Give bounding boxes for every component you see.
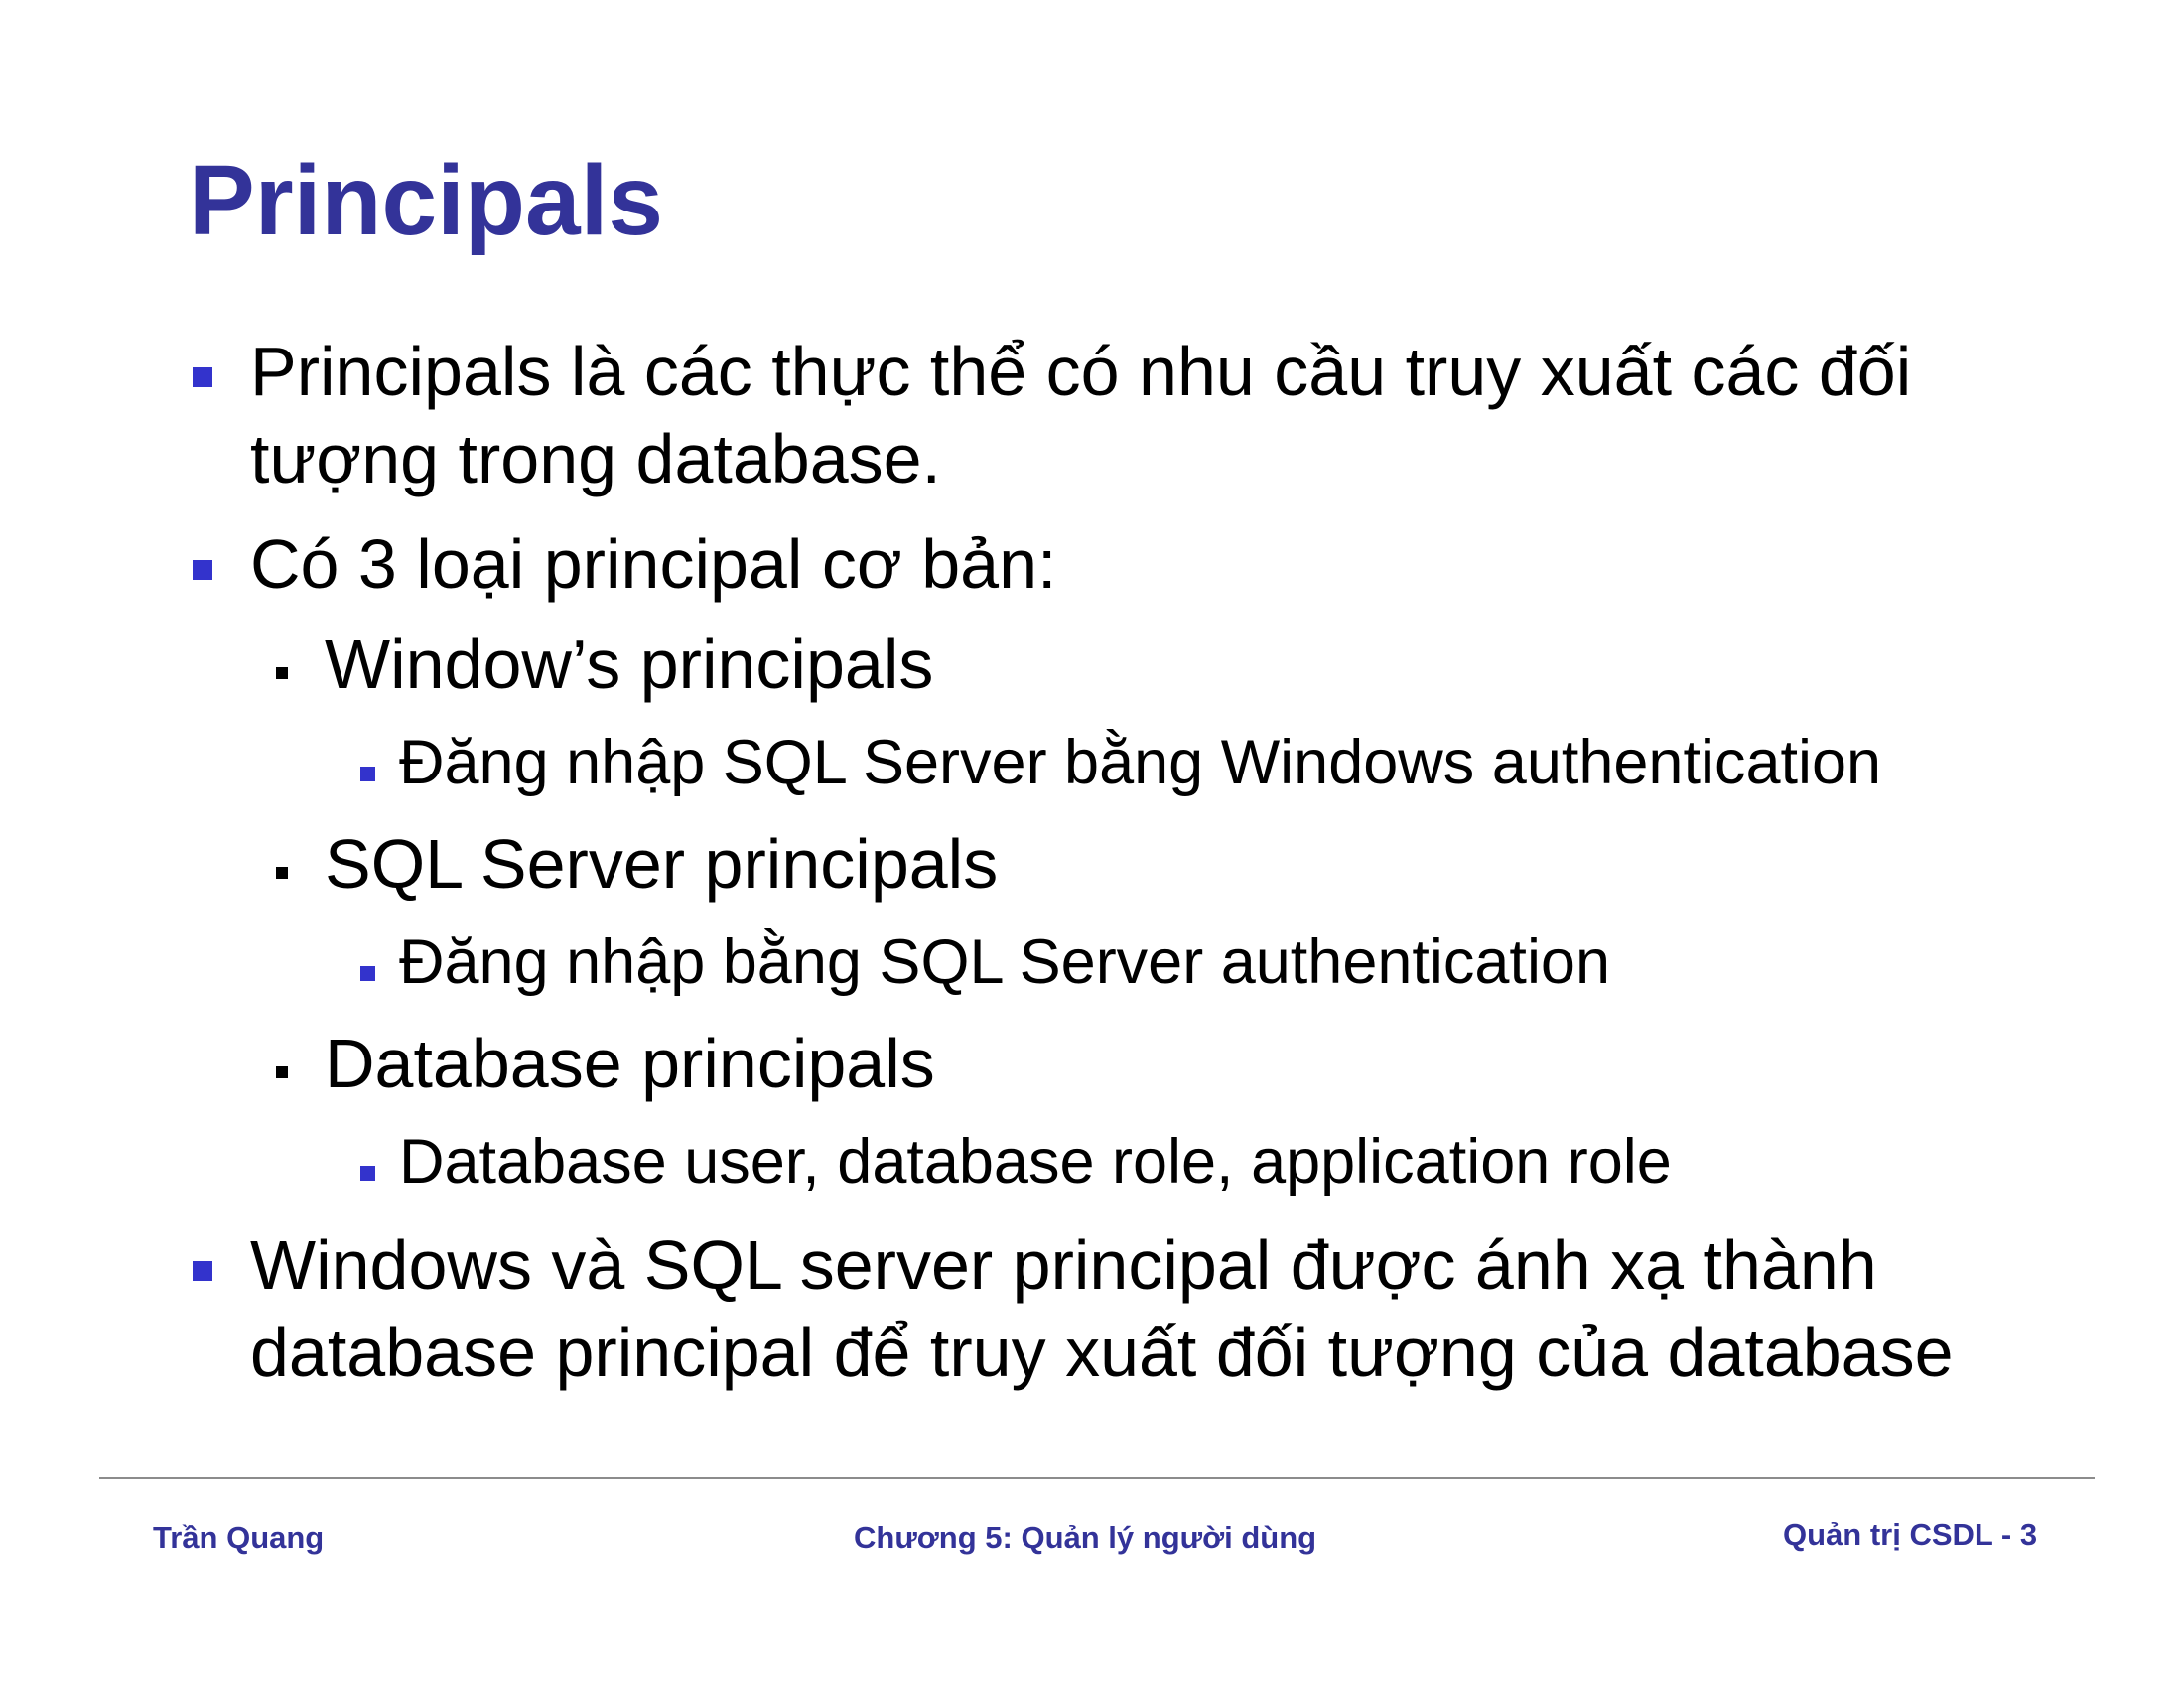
footer-page-number: Quản trị CSDL - 3 xyxy=(1783,1517,2038,1552)
bullet-square-icon xyxy=(193,367,212,387)
sub-bullet-square-icon xyxy=(276,867,288,879)
bullet-text: Có 3 loại principal cơ bản: xyxy=(250,525,1057,603)
bullet-text: Principals là các thực thể có nhu cầu tr… xyxy=(250,333,1912,410)
bullet-item: Principals là các thực thể có nhu cầu tr… xyxy=(193,328,1912,415)
bullet-item: Windows và SQL server principal được ánh… xyxy=(193,1221,1877,1309)
sub-sub-bullet-square-icon xyxy=(360,966,375,981)
sub-sub-bullet-square-icon xyxy=(360,767,375,781)
sub-sub-bullet-square-icon xyxy=(360,1166,375,1181)
sub-bullet-text: Window’s principals xyxy=(325,626,934,703)
sub-sub-bullet-text: Đăng nhập SQL Server bằng Windows authen… xyxy=(399,728,1882,797)
bullet-square-icon xyxy=(193,560,212,580)
bullet-square-icon xyxy=(193,1261,212,1281)
bullet-item: Có 3 loại principal cơ bản: xyxy=(193,520,1057,608)
bullet-item-continuation: database principal để truy xuất đối tượn… xyxy=(250,1309,1954,1396)
sub-sub-bullet-item: Đăng nhập SQL Server bằng Windows authen… xyxy=(360,723,1882,802)
footer-divider xyxy=(99,1477,2095,1479)
bullet-text: database principal để truy xuất đối tượn… xyxy=(250,1314,1954,1391)
sub-bullet-square-icon xyxy=(276,1066,288,1078)
sub-sub-bullet-text: Đăng nhập bằng SQL Server authentication xyxy=(399,927,1611,997)
sub-bullet-item: SQL Server principals xyxy=(276,820,999,908)
sub-bullet-item: Database principals xyxy=(276,1020,935,1107)
sub-bullet-text: Database principals xyxy=(325,1025,935,1102)
bullet-text: tượng trong database. xyxy=(250,420,942,497)
bullet-item-continuation: tượng trong database. xyxy=(250,415,941,502)
sub-sub-bullet-text: Database user, database role, applicatio… xyxy=(399,1127,1672,1196)
sub-bullet-item: Window’s principals xyxy=(276,621,934,708)
sub-sub-bullet-item: Đăng nhập bằng SQL Server authentication xyxy=(360,922,1611,1002)
footer-author: Trần Quang xyxy=(153,1520,325,1555)
footer-chapter: Chương 5: Quản lý người dùng xyxy=(854,1520,1317,1555)
slide-title: Principals xyxy=(189,145,663,256)
bullet-text: Windows và SQL server principal được ánh… xyxy=(250,1226,1877,1304)
sub-bullet-text: SQL Server principals xyxy=(325,825,999,903)
sub-bullet-square-icon xyxy=(276,667,288,679)
sub-sub-bullet-item: Database user, database role, applicatio… xyxy=(360,1122,1672,1201)
